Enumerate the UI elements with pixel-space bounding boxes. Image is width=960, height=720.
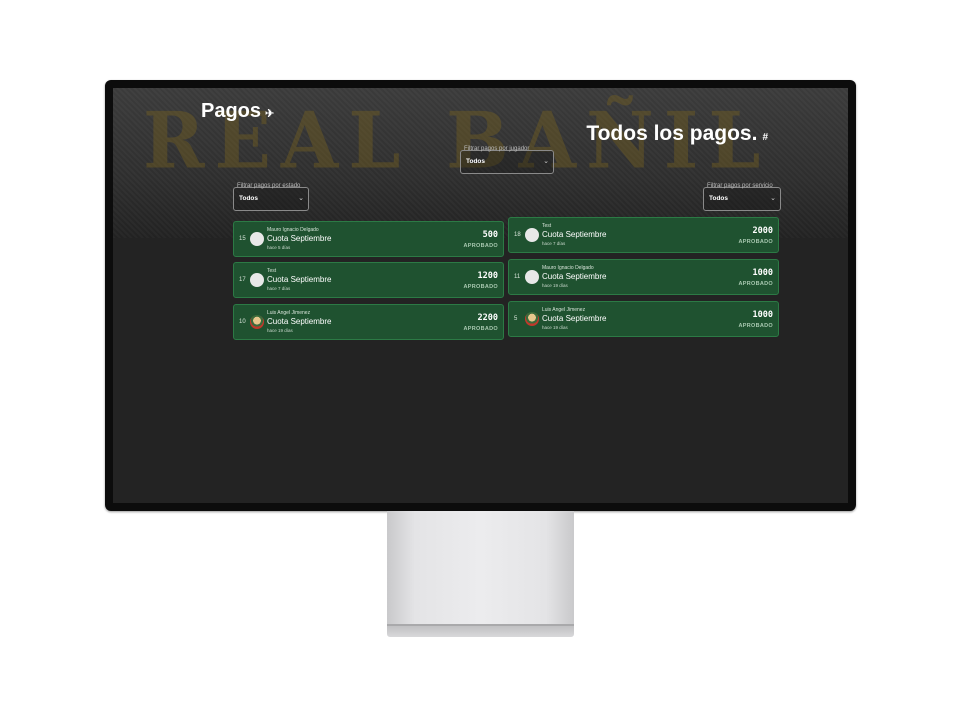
payment-time: hace 19 días — [267, 328, 293, 333]
payment-time: hace 19 días — [542, 325, 568, 330]
payment-card[interactable]: 18 Test Cuota Septiembre hace 7 días 200… — [508, 217, 779, 253]
payment-amount: 500 — [482, 230, 498, 240]
service-filter-value: Todos — [709, 195, 729, 202]
player-filter-select[interactable]: Filtrar pagos por jugador Todos ⌄ — [460, 146, 554, 174]
avatar — [525, 228, 539, 242]
payment-concept: Cuota Septiembre — [267, 317, 332, 326]
page-title: Pagos ✈ — [201, 100, 275, 122]
payment-amount: 2200 — [477, 313, 498, 323]
monitor-frame: REAL BAÑIL Pagos ✈ Todos los pagos. # Filt… — [105, 80, 856, 511]
section-title: Todos los pagos. # — [586, 122, 768, 145]
payment-card[interactable]: 17 Test Cuota Septiembre hace 7 días 120… — [233, 262, 504, 298]
payment-player: Test — [542, 223, 552, 229]
payment-time: hace 19 días — [542, 283, 568, 288]
chevron-down-icon: ⌄ — [298, 195, 304, 202]
payment-number: 17 — [239, 277, 246, 283]
payment-concept: Cuota Septiembre — [267, 275, 332, 284]
service-filter-select[interactable]: Filtrar pagos por servicio Todos ⌄ — [703, 183, 781, 211]
avatar — [525, 270, 539, 284]
status-badge: APROBADO — [738, 239, 773, 245]
payment-number: 15 — [239, 236, 246, 242]
status-filter-select[interactable]: Filtrar pagos por estado Todos ⌄ — [233, 183, 309, 211]
status-badge: APROBADO — [463, 284, 498, 290]
payment-number: 18 — [514, 232, 521, 238]
player-filter-label: Filtrar pagos por jugador — [464, 146, 530, 152]
hash-icon: # — [762, 132, 768, 143]
payment-concept: Cuota Septiembre — [542, 230, 607, 239]
payment-player: Luis Angel Jimenez — [267, 310, 311, 316]
status-filter-value: Todos — [239, 195, 259, 202]
status-badge: APROBADO — [463, 243, 498, 249]
status-badge: APROBADO — [738, 281, 773, 287]
monitor-stand-base — [387, 624, 574, 637]
payment-concept: Cuota Septiembre — [542, 272, 607, 281]
status-badge: APROBADO — [463, 326, 498, 332]
payment-card[interactable]: 5 Luis Angel Jimenez Cuota Septiembre ha… — [508, 301, 779, 337]
payment-amount: 2000 — [752, 226, 773, 236]
status-badge: APROBADO — [738, 323, 773, 329]
payment-player: Mauro Ignacio Delgado — [267, 227, 319, 233]
payment-amount: 1200 — [477, 271, 498, 281]
avatar — [250, 273, 264, 287]
monitor-stand — [387, 511, 574, 626]
avatar — [250, 315, 264, 329]
chevron-down-icon: ⌄ — [543, 158, 549, 165]
player-filter-value: Todos — [466, 158, 486, 165]
chevron-down-icon: ⌄ — [770, 195, 776, 202]
payment-number: 10 — [239, 319, 246, 325]
avatar — [525, 312, 539, 326]
payment-time: hace 7 días — [267, 286, 291, 291]
payment-player: Mauro Ignacio Delgado — [542, 265, 594, 271]
payment-time: hace 5 días — [267, 245, 291, 250]
payment-time: hace 7 días — [542, 241, 566, 246]
payment-player: Luis Angel Jimenez — [542, 307, 586, 313]
payment-player: Test — [267, 268, 277, 274]
payment-number: 11 — [514, 274, 521, 280]
pin-icon: ✈ — [265, 108, 275, 120]
payment-number: 5 — [514, 316, 518, 322]
payment-concept: Cuota Septiembre — [267, 234, 332, 243]
payment-amount: 1000 — [752, 310, 773, 320]
service-filter-label: Filtrar pagos por servicio — [707, 183, 773, 189]
status-filter-label: Filtrar pagos por estado — [237, 183, 301, 189]
payment-card[interactable]: 15 Mauro Ignacio Delgado Cuota Septiembr… — [233, 221, 504, 257]
payment-card[interactable]: 10 Luis Angel Jimenez Cuota Septiembre h… — [233, 304, 504, 340]
payment-card[interactable]: 11 Mauro Ignacio Delgado Cuota Septiembr… — [508, 259, 779, 295]
payment-amount: 1000 — [752, 268, 773, 278]
app-screen: REAL BAÑIL Pagos ✈ Todos los pagos. # Filt… — [113, 88, 848, 503]
avatar — [250, 232, 264, 246]
payment-concept: Cuota Septiembre — [542, 314, 607, 323]
